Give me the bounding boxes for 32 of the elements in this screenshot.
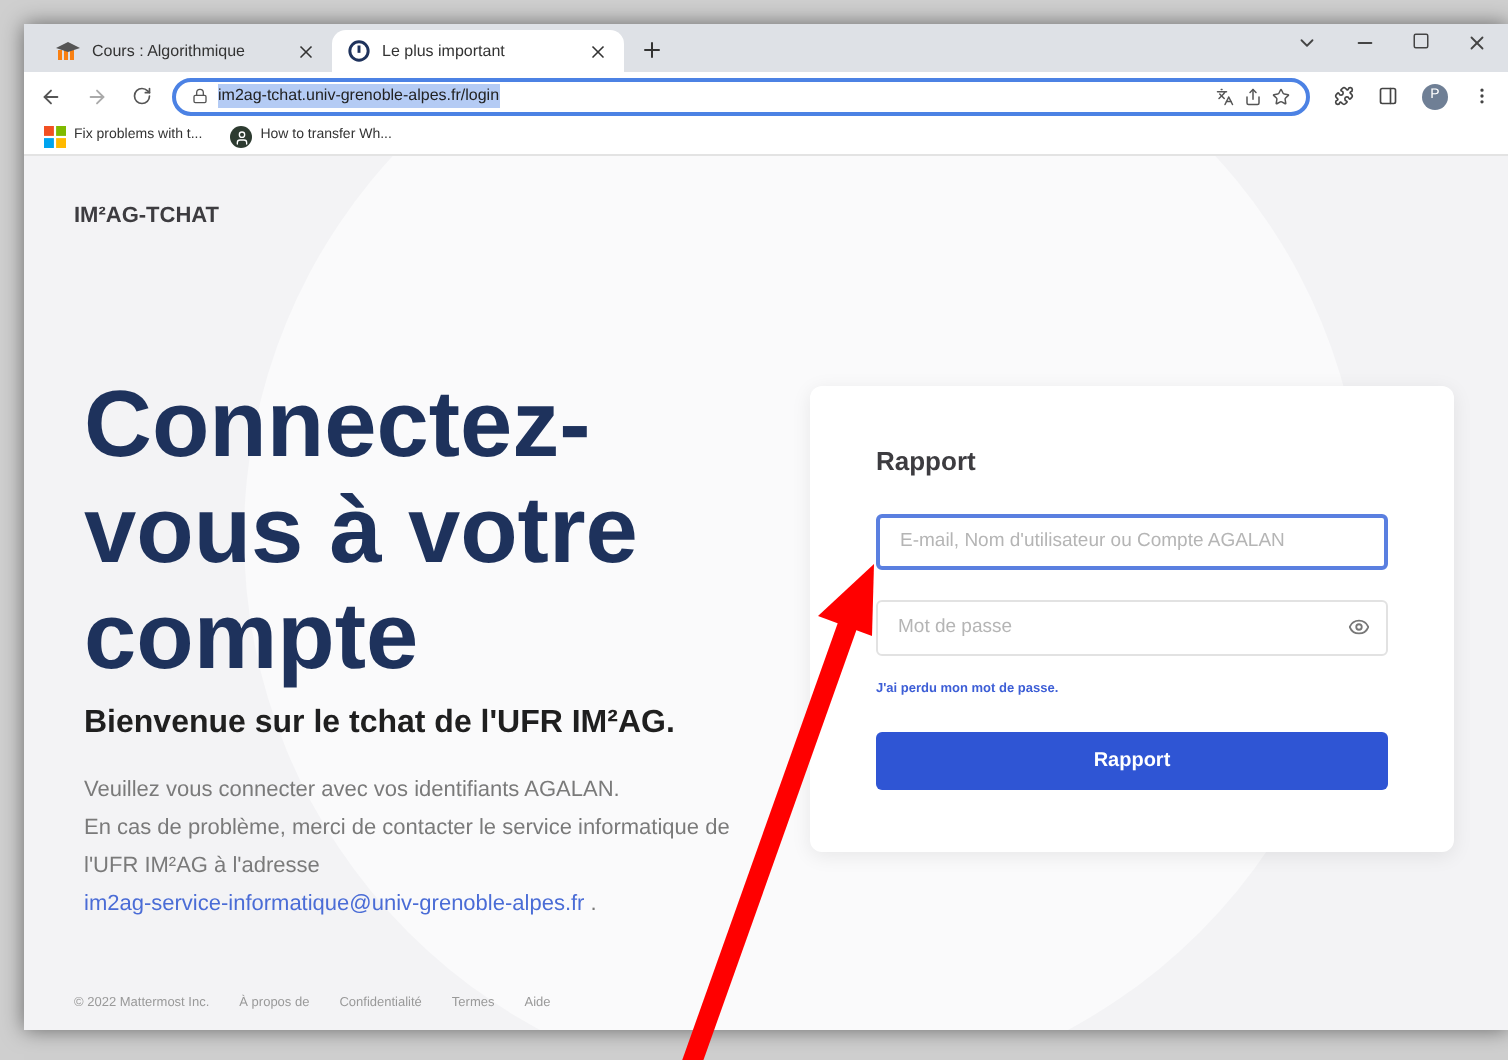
share-icon[interactable] bbox=[1244, 87, 1262, 105]
avatar-icon bbox=[230, 126, 253, 148]
back-icon[interactable] bbox=[40, 85, 62, 107]
close-icon[interactable] bbox=[296, 41, 316, 61]
windows-icon bbox=[44, 126, 66, 148]
lock-icon bbox=[192, 88, 208, 104]
login-button[interactable]: Rapport bbox=[876, 732, 1388, 791]
address-text: im2ag-tchat.univ-grenoble-alpes.fr/login bbox=[218, 84, 500, 108]
address-bar[interactable]: im2ag-tchat.univ-grenoble-alpes.fr/login bbox=[172, 77, 1310, 115]
extensions-icon[interactable] bbox=[1334, 86, 1354, 106]
hat-icon bbox=[56, 41, 80, 61]
info-paragraph: Veuillez vous connecter avec vos identifiants AGALAN. En cas de problème, merci de contacter le service informatique de l'UFR IM²AG à l'adresse im2ag-service-informatique@univ-grenoble-alpes.fr . bbox=[84, 775, 732, 919]
tab-title: Cours : Algorithmique bbox=[92, 39, 247, 63]
welcome-subtitle: Bienvenue sur le tchat de l'UFR IM²AG. bbox=[84, 703, 677, 743]
browser-tab[interactable]: Cours : Algorithmique bbox=[40, 30, 332, 72]
translate-icon[interactable] bbox=[1216, 87, 1234, 105]
maximize-icon[interactable] bbox=[1412, 32, 1430, 50]
reload-icon[interactable] bbox=[132, 86, 152, 106]
circle-icon bbox=[348, 40, 370, 62]
card-title: Rapport bbox=[876, 444, 978, 480]
close-icon[interactable] bbox=[1466, 32, 1488, 54]
input-field[interactable]: E-mail, Nom d'utilisateur ou Compte AGALAN bbox=[876, 513, 1388, 569]
new-tab-icon[interactable] bbox=[640, 38, 664, 62]
tab-title: Le plus important bbox=[382, 39, 507, 63]
page-headline: Connectez-vous à votre compte bbox=[84, 369, 640, 687]
email-link[interactable]: im2ag-service-informatique@univ-grenoble-alpes.fr bbox=[84, 891, 585, 915]
side-panel-icon[interactable] bbox=[1378, 86, 1398, 106]
logo-text: IM²AG-TCHAT bbox=[74, 202, 219, 232]
close-icon[interactable] bbox=[588, 41, 608, 61]
show-password-icon[interactable] bbox=[1348, 615, 1370, 637]
browser-tab[interactable]: Le plus important bbox=[332, 30, 624, 72]
bookmark-star-icon[interactable] bbox=[1272, 87, 1290, 105]
